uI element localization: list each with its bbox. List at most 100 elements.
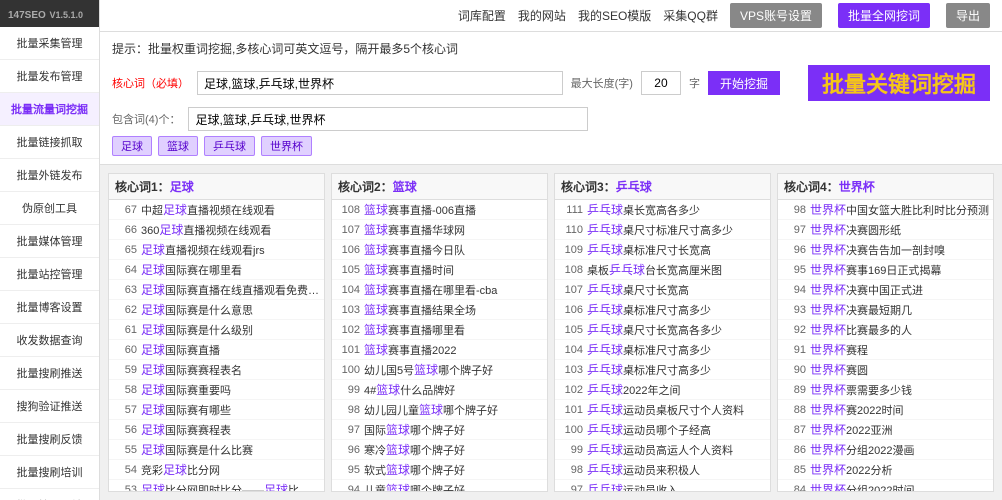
keyword-row[interactable]: 93世界杯决赛最短期几 bbox=[778, 300, 993, 320]
keyword-row[interactable]: 97乒乓球运动员收入 bbox=[555, 480, 770, 491]
keyword-row[interactable]: 61足球国际赛是什么级别 bbox=[109, 320, 324, 340]
keyword-row[interactable]: 98幼儿园儿童篮球哪个牌子好 bbox=[332, 400, 547, 420]
sidebar-item[interactable]: 批量流量词挖掘 bbox=[0, 93, 99, 126]
keyword-row[interactable]: 96世界杯决赛告告加一剖封嗅 bbox=[778, 240, 993, 260]
keyword-row[interactable]: 62足球国际赛是什么意思 bbox=[109, 300, 324, 320]
keyword-num: 105 bbox=[559, 324, 583, 336]
keyword-tag[interactable]: 足球 bbox=[112, 136, 152, 156]
header-link[interactable]: 采集QQ群 bbox=[663, 7, 718, 24]
keyword-num: 67 bbox=[113, 204, 137, 216]
keyword-row[interactable]: 89世界杯票需要多少钱 bbox=[778, 380, 993, 400]
header-link[interactable]: 我的SEO模版 bbox=[578, 7, 651, 24]
keyword-row[interactable]: 57足球国际赛有哪些 bbox=[109, 400, 324, 420]
keyword-tag[interactable]: 篮球 bbox=[158, 136, 198, 156]
keyword-row[interactable]: 90世界杯赛圆 bbox=[778, 360, 993, 380]
max-len-input[interactable] bbox=[641, 71, 681, 95]
include-input[interactable] bbox=[188, 107, 588, 131]
keyword-row[interactable]: 99乒乓球运动员高运人个人资料 bbox=[555, 440, 770, 460]
keyword-text: 乒乓球桌尺寸长宽高 bbox=[587, 281, 766, 298]
sidebar-item[interactable]: 批量发布管理 bbox=[0, 60, 99, 93]
vps-btn[interactable]: VPS账号设置 bbox=[730, 3, 822, 28]
keyword-row[interactable]: 56足球国际赛赛程表 bbox=[109, 420, 324, 440]
keyword-row[interactable]: 59足球国际赛赛程表名 bbox=[109, 360, 324, 380]
keyword-row[interactable]: 111乒乓球桌长宽高各多少 bbox=[555, 200, 770, 220]
sidebar-item[interactable]: 搜狗验证推送 bbox=[0, 390, 99, 423]
keyword-row[interactable]: 108篮球赛事直播-006直播 bbox=[332, 200, 547, 220]
sidebar-item[interactable]: 批量搜刷培训 bbox=[0, 456, 99, 489]
keyword-row[interactable]: 102篮球赛事直播哪里看 bbox=[332, 320, 547, 340]
sidebar-item[interactable]: 批量搜刷推送 bbox=[0, 357, 99, 390]
keyword-row[interactable]: 94世界杯决赛中国正式进 bbox=[778, 280, 993, 300]
sidebar-item[interactable]: 批量搜刷反馈 bbox=[0, 423, 99, 456]
sidebar-item[interactable]: 批量媒体管理 bbox=[0, 225, 99, 258]
keyword-row[interactable]: 66360足球直播视频在线观看 bbox=[109, 220, 324, 240]
sidebar-item[interactable]: 批量外链发布 bbox=[0, 159, 99, 192]
header-link[interactable]: 我的网站 bbox=[518, 7, 566, 24]
sidebar-item[interactable]: 批量站控管理 bbox=[0, 258, 99, 291]
keyword-row[interactable]: 100乒乓球运动员哪个子经高 bbox=[555, 420, 770, 440]
keyword-row[interactable]: 103乒乓球桌标准尺寸高多少 bbox=[555, 360, 770, 380]
sidebar-item[interactable]: 收发数据查询 bbox=[0, 324, 99, 357]
keyword-row[interactable]: 98世界杯中国女篮大胜比利时比分预测 bbox=[778, 200, 993, 220]
keyword-row[interactable]: 97国际篮球哪个牌子好 bbox=[332, 420, 547, 440]
result-column: 核心词1：足球67中超足球直播视频在线观看66360足球直播视频在线观看65足球… bbox=[108, 173, 325, 492]
keyword-row[interactable]: 109乒乓球桌标准尺寸长宽高 bbox=[555, 240, 770, 260]
keyword-text: 世界杯决赛最短期几 bbox=[810, 301, 989, 318]
keyword-row[interactable]: 110乒乓球桌尺寸标准尺寸高多少 bbox=[555, 220, 770, 240]
keyword-row[interactable]: 94儿童篮球哪个牌子好 bbox=[332, 480, 547, 491]
keyword-row[interactable]: 98乒乓球运动员来积极人 bbox=[555, 460, 770, 480]
keyword-row[interactable]: 100幼儿国5号篮球哪个牌子好 bbox=[332, 360, 547, 380]
keyword-row[interactable]: 92世界杯比赛最多的人 bbox=[778, 320, 993, 340]
keyword-num: 99 bbox=[559, 444, 583, 456]
export-btn[interactable]: 导出 bbox=[946, 3, 990, 28]
keyword-row[interactable]: 86世界杯分组2022漫画 bbox=[778, 440, 993, 460]
keyword-row[interactable]: 101篮球赛事直播2022 bbox=[332, 340, 547, 360]
keyword-row[interactable]: 54竞彩足球比分网 bbox=[109, 460, 324, 480]
keyword-row[interactable]: 87世界杯2022亚洲 bbox=[778, 420, 993, 440]
sidebar-item[interactable]: 批量博客设置 bbox=[0, 291, 99, 324]
start-btn[interactable]: 开始挖掘 bbox=[708, 71, 780, 95]
keyword-text: 世界杯决赛中国正式进 bbox=[810, 281, 989, 298]
batch-all-btn[interactable]: 批量全网挖词 bbox=[838, 3, 930, 28]
keyword-row[interactable]: 105乒乓球桌尺寸长宽高各多少 bbox=[555, 320, 770, 340]
keyword-row[interactable]: 108桌板乒乓球台长宽高厘米图 bbox=[555, 260, 770, 280]
keyword-row[interactable]: 95软式篮球哪个牌子好 bbox=[332, 460, 547, 480]
sidebar-item[interactable]: 批量链接抓取 bbox=[0, 126, 99, 159]
keyword-row[interactable]: 103篮球赛事直播结果全场 bbox=[332, 300, 547, 320]
keyword-tag[interactable]: 世界杯 bbox=[261, 136, 312, 156]
keyword-row[interactable]: 91世界杯赛程 bbox=[778, 340, 993, 360]
keyword-row[interactable]: 96寒冷篮球哪个牌子好 bbox=[332, 440, 547, 460]
keyword-row[interactable]: 102乒乓球2022年之间 bbox=[555, 380, 770, 400]
keyword-row[interactable]: 994#篮球什么品牌好 bbox=[332, 380, 547, 400]
keyword-text: 足球国际赛赛程表 bbox=[141, 421, 320, 438]
keyword-row[interactable]: 107篮球赛事直播华球网 bbox=[332, 220, 547, 240]
keyword-row[interactable]: 107乒乓球桌尺寸长宽高 bbox=[555, 280, 770, 300]
keyword-row[interactable]: 85世界杯2022分析 bbox=[778, 460, 993, 480]
keyword-row[interactable]: 55足球国际赛是什么比赛 bbox=[109, 440, 324, 460]
header-link[interactable]: 词库配置 bbox=[458, 7, 506, 24]
keyword-row[interactable]: 63足球国际赛直播在线直播观看免费欧宝 bbox=[109, 280, 324, 300]
keyword-row[interactable]: 84世界杯分组2022时间 bbox=[778, 480, 993, 491]
keyword-row[interactable]: 97世界杯决赛圆形纸 bbox=[778, 220, 993, 240]
keyword-text: 乒乓球桌尺寸标准尺寸高多少 bbox=[587, 221, 766, 238]
keyword-row[interactable]: 88世界杯赛2022时间 bbox=[778, 400, 993, 420]
keyword-row[interactable]: 106乒乓球桌标准尺寸高多少 bbox=[555, 300, 770, 320]
keyword-row[interactable]: 67中超足球直播视频在线观看 bbox=[109, 200, 324, 220]
keyword-row[interactable]: 104篮球赛事直播在哪里看-cba bbox=[332, 280, 547, 300]
keyword-row[interactable]: 64足球国际赛在哪里看 bbox=[109, 260, 324, 280]
sidebar-item[interactable]: 批量采集管理 bbox=[0, 27, 99, 60]
keyword-row[interactable]: 106篮球赛事直播今日队 bbox=[332, 240, 547, 260]
keyword-row[interactable]: 95世界杯赛事169日正式揭幕 bbox=[778, 260, 993, 280]
keyword-row[interactable]: 105篮球赛事直播时间 bbox=[332, 260, 547, 280]
sidebar-item[interactable]: 批量搜刷网址 bbox=[0, 489, 99, 500]
keyword-row[interactable]: 58足球国际赛重要吗 bbox=[109, 380, 324, 400]
keyword-num: 57 bbox=[113, 404, 137, 416]
keyword-tag[interactable]: 乒乓球 bbox=[204, 136, 255, 156]
sidebar-item[interactable]: 伪原创工具 bbox=[0, 192, 99, 225]
keyword-row[interactable]: 53足球比分网即时比分——足球比赛结果500 bbox=[109, 480, 324, 491]
core-input[interactable] bbox=[197, 71, 563, 95]
keyword-row[interactable]: 104乒乓球桌标准尺寸高多少 bbox=[555, 340, 770, 360]
keyword-row[interactable]: 101乒乓球运动员桌板尺寸个人资料 bbox=[555, 400, 770, 420]
keyword-row[interactable]: 60足球国际赛直播 bbox=[109, 340, 324, 360]
keyword-row[interactable]: 65足球直播视频在线观看jrs bbox=[109, 240, 324, 260]
